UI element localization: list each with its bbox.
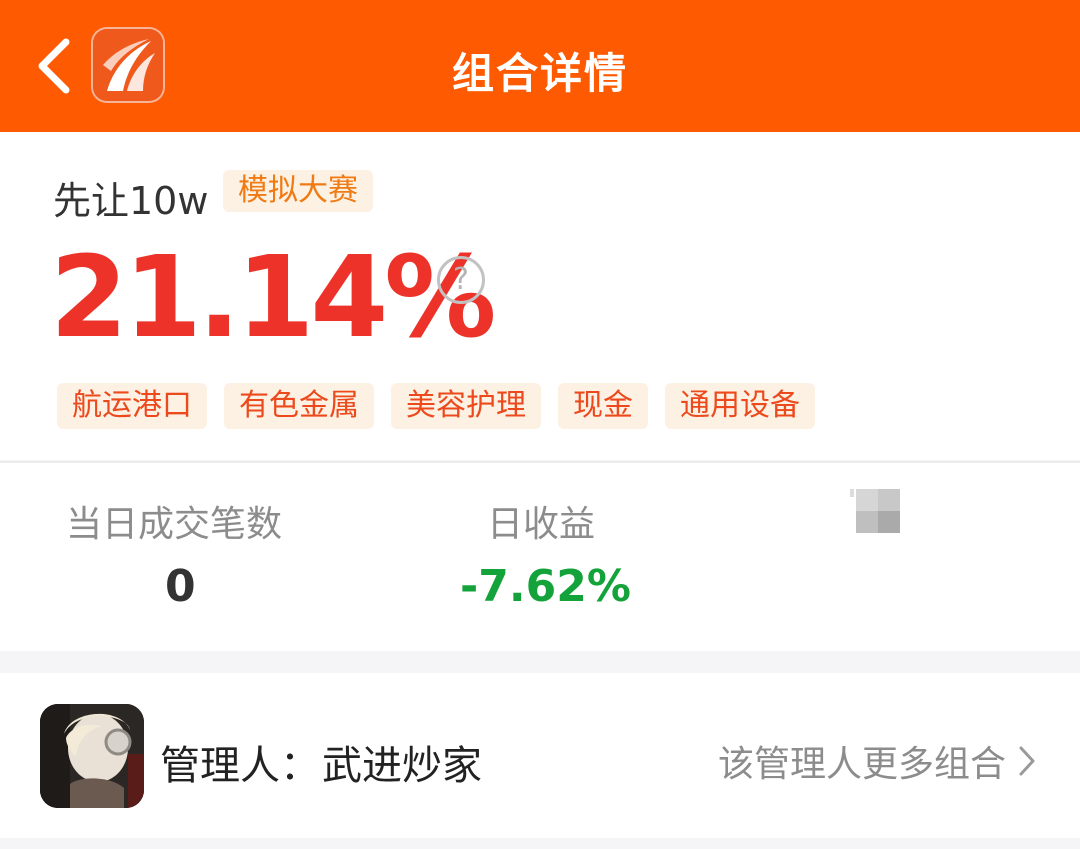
total-return-value: 21.14%: [50, 233, 496, 363]
portfolio-summary-card: 先让10w 模拟大赛 21.14% ? 航运港口 有色金属 美容护理 现金 通用…: [0, 132, 1080, 460]
help-icon[interactable]: ?: [437, 256, 485, 304]
daily-return-label: 日收益: [487, 504, 596, 545]
sector-tag: 现金: [558, 383, 648, 429]
manager-name: 武进炒家: [322, 743, 482, 789]
avatar: [40, 704, 144, 808]
trades-label: 当日成交笔数: [66, 504, 283, 545]
top-nav-bar: 组合详情: [0, 0, 1080, 132]
contest-badge: 模拟大赛: [223, 170, 373, 212]
sector-tag: 美容护理: [391, 383, 541, 429]
manager-row[interactable]: 管理人： 武进炒家 该管理人更多组合: [0, 673, 1080, 838]
more-portfolios-link[interactable]: 该管理人更多组合: [718, 735, 1036, 787]
sector-tag: 航运港口: [57, 383, 207, 429]
page-title: 组合详情: [451, 49, 628, 98]
daily-stats: 当日成交笔数 0 日收益 -7.62%: [0, 461, 1080, 651]
sector-tag: 通用设备: [665, 383, 815, 429]
chevron-right-icon: [1019, 746, 1035, 776]
mosaic-icon: [850, 489, 900, 533]
sector-tag: 有色金属: [224, 383, 374, 429]
trades-value: 0: [165, 561, 196, 612]
portfolio-name: 先让10w: [53, 179, 209, 223]
daily-return-value: -7.62%: [460, 561, 631, 612]
more-portfolios-label: 该管理人更多组合: [717, 744, 1006, 785]
manager-label: 管理人：: [160, 743, 320, 789]
sector-tags: 航运港口 有色金属 美容护理 现金 通用设备: [57, 383, 815, 429]
